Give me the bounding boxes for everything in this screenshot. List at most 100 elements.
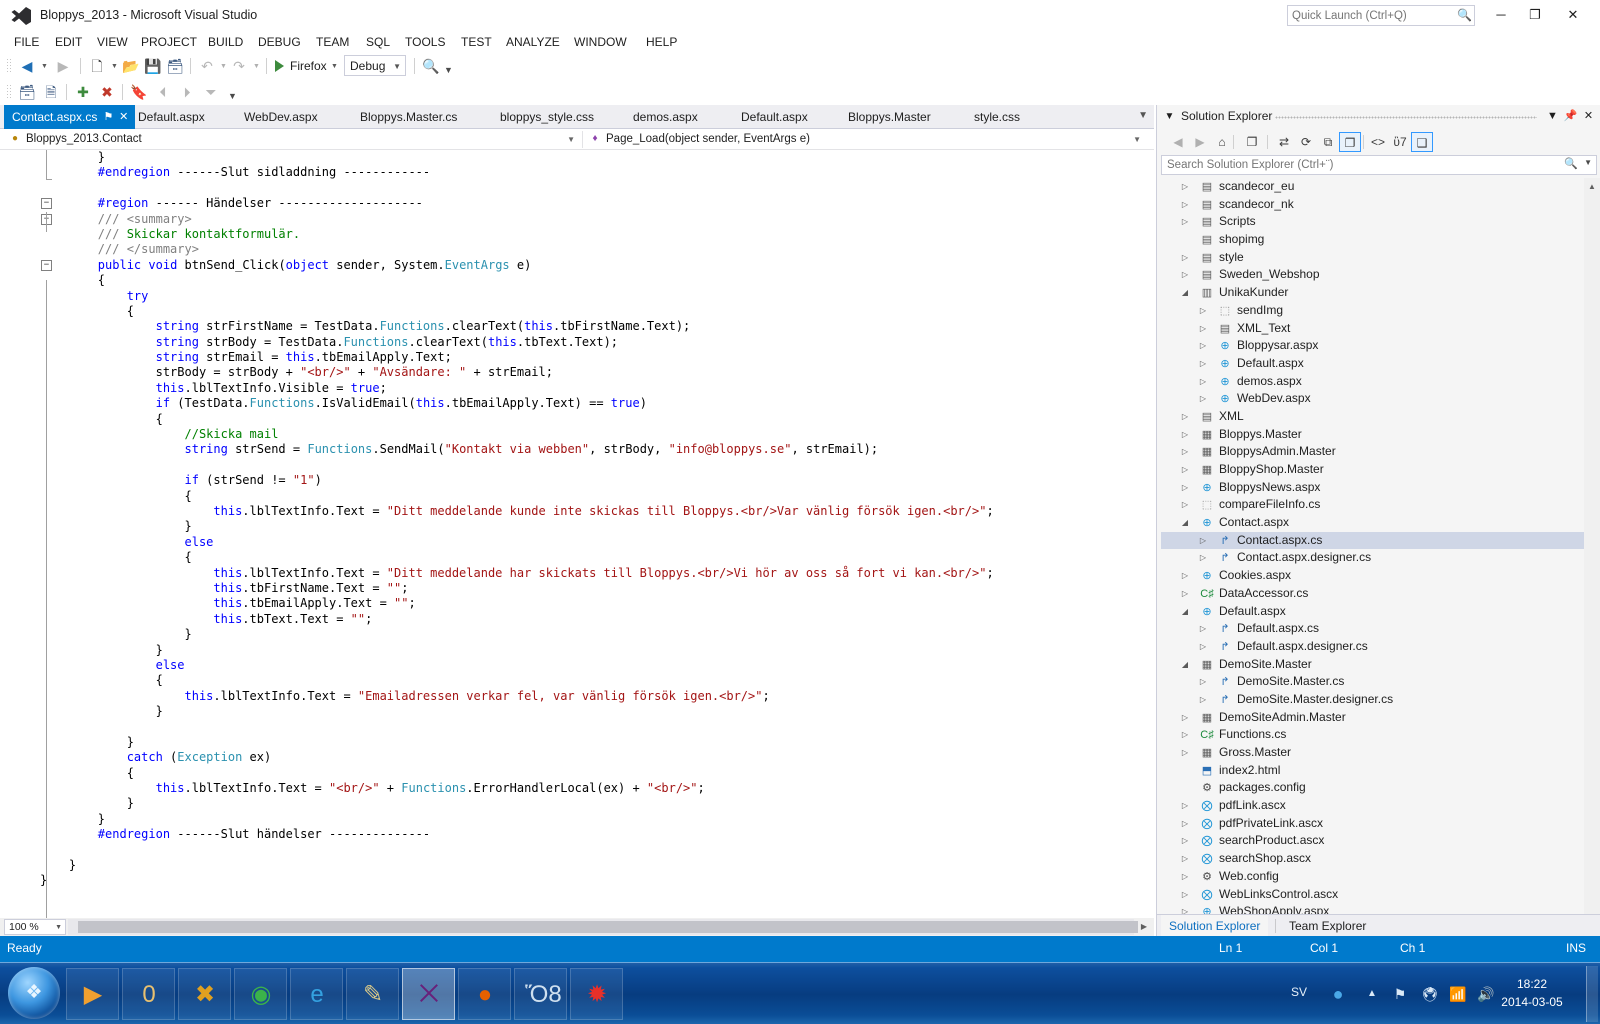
tree-item[interactable]: ⬒ index2.html bbox=[1161, 762, 1585, 780]
editor-tab-bloppys-master[interactable]: Bloppys.Master bbox=[840, 105, 939, 129]
pin-icon[interactable]: ⚑ bbox=[104, 105, 114, 129]
solution-explorer-search[interactable]: 🔍 ▼ bbox=[1161, 155, 1597, 175]
chevron-right-icon[interactable]: ▷ bbox=[1179, 408, 1191, 426]
code-line[interactable]: #endregion ------Slut sidladdning ------… bbox=[40, 165, 1138, 180]
tree-item[interactable]: ▷ ↱ Default.aspx.cs bbox=[1161, 620, 1585, 638]
chevron-right-icon[interactable]: ▷ bbox=[1179, 868, 1191, 886]
code-line[interactable]: else bbox=[40, 535, 1138, 550]
chevron-right-icon[interactable]: ▷ bbox=[1179, 496, 1191, 514]
view-code-icon[interactable]: <> bbox=[1367, 132, 1389, 152]
chevron-right-icon[interactable]: ▷ bbox=[1179, 886, 1191, 904]
editor-tab-contact-aspx-cs[interactable]: Contact.aspx.cs ⚑ ✕ bbox=[4, 105, 135, 129]
tree-item[interactable]: ◢ ⊕ Default.aspx bbox=[1161, 603, 1585, 621]
code-line[interactable]: } bbox=[40, 858, 1138, 873]
chevron-right-icon[interactable]: ▷ bbox=[1197, 320, 1209, 338]
menu-item-edit[interactable]: EDIT bbox=[49, 33, 88, 51]
menu-item-sql[interactable]: SQL bbox=[360, 33, 396, 51]
chevron-down-icon[interactable]: ◢ bbox=[1179, 284, 1191, 302]
start-debug-icon[interactable] bbox=[275, 60, 284, 72]
code-line[interactable] bbox=[40, 181, 1138, 196]
windows-start-orb-icon[interactable]: ❖ bbox=[8, 967, 60, 1019]
search-icon[interactable]: 🔍 bbox=[1564, 157, 1578, 170]
tree-item[interactable]: ▷ ⨂ pdfPrivateLink.ascx bbox=[1161, 815, 1585, 833]
code-line[interactable]: string strEmail = this.tbEmailApply.Text… bbox=[40, 350, 1138, 365]
show-hidden-icons-icon[interactable]: ▲ bbox=[1362, 984, 1382, 1004]
taskbar-item-paint-tool[interactable]: ✎ bbox=[346, 968, 399, 1020]
tree-item[interactable]: ▷ ⚙ Web.config bbox=[1161, 868, 1585, 886]
tree-item[interactable]: ▷ ▦ BloppyShop.Master bbox=[1161, 461, 1585, 479]
chevron-right-icon[interactable]: ▷ bbox=[1179, 709, 1191, 727]
member-dropdown[interactable]: Page_Load(object sender, EventArgs e) ▼ bbox=[606, 129, 1146, 150]
comment-selection-icon[interactable]: 🗃 bbox=[16, 82, 38, 102]
code-line[interactable]: { bbox=[40, 489, 1138, 504]
code-line[interactable] bbox=[40, 458, 1138, 473]
chevron-right-icon[interactable]: ▷ bbox=[1179, 726, 1191, 744]
editor-tab-default-aspx[interactable]: Default.aspx bbox=[733, 105, 816, 129]
new-project-dropdown-icon[interactable]: ▼ bbox=[110, 62, 119, 71]
code-line[interactable]: strBody = strBody + "<br/>" + "Avsändare… bbox=[40, 365, 1138, 380]
taskbar-clock[interactable]: 18:22 2014-03-05 bbox=[1486, 975, 1578, 1011]
quick-launch-box[interactable]: 🔍 bbox=[1287, 5, 1475, 26]
tree-item[interactable]: ▷ C♯ Functions.cs bbox=[1161, 726, 1585, 744]
tree-item[interactable]: ▤ shopimg bbox=[1161, 231, 1585, 249]
tree-item[interactable]: ▷ ⬚ sendImg bbox=[1161, 302, 1585, 320]
editor-horizontal-scrollbar[interactable] bbox=[68, 919, 1134, 935]
start-debug-label[interactable]: Firefox bbox=[290, 57, 327, 75]
toolbar-grip[interactable] bbox=[6, 58, 12, 74]
navigate-back-dropdown-icon[interactable]: ▼ bbox=[40, 62, 49, 71]
refresh-icon[interactable]: ⟳ bbox=[1295, 132, 1317, 152]
code-line[interactable]: { bbox=[40, 673, 1138, 688]
taskbar-item-red-splat-app[interactable]: ✹ bbox=[570, 968, 623, 1020]
code-line[interactable]: if (strSend != "1") bbox=[40, 473, 1138, 488]
editor-tab-demos-aspx[interactable]: demos.aspx bbox=[625, 105, 706, 129]
tree-item[interactable]: ▷ ▦ BloppysAdmin.Master bbox=[1161, 443, 1585, 461]
tree-item[interactable]: ▷ ▤ style bbox=[1161, 249, 1585, 267]
code-line[interactable]: this.tbEmailApply.Text = ""; bbox=[40, 596, 1138, 611]
code-line[interactable]: /// Skickar kontaktformulär. bbox=[40, 227, 1138, 242]
editor-tab-webdev-aspx[interactable]: WebDev.aspx bbox=[236, 105, 326, 129]
collapse-all-icon[interactable]: ⧉ bbox=[1317, 132, 1339, 152]
open-file-icon[interactable]: 📂 bbox=[120, 56, 142, 76]
chevron-right-icon[interactable]: ▷ bbox=[1179, 426, 1191, 444]
toolbar-overflow-icon[interactable]: ▼ bbox=[228, 91, 237, 101]
code-line[interactable]: if (TestData.Functions.IsValidEmail(this… bbox=[40, 396, 1138, 411]
flag-icon[interactable]: ⚑ bbox=[1390, 984, 1410, 1004]
solution-tree[interactable]: ▷ ▤ scandecor_eu ▷ ▤ scandecor_nk ▷ ▤ Scripts ▤ sh… bbox=[1161, 178, 1585, 945]
chevron-right-icon[interactable]: ▷ bbox=[1179, 744, 1191, 762]
sync-with-document-icon[interactable]: ⇄ bbox=[1273, 132, 1295, 152]
code-line[interactable]: } bbox=[40, 627, 1138, 642]
code-line[interactable]: public void btnSend_Click(object sender,… bbox=[40, 258, 1138, 273]
code-line[interactable]: this.tbText.Text = ""; bbox=[40, 612, 1138, 627]
chevron-right-icon[interactable]: ▷ bbox=[1197, 638, 1209, 656]
code-line[interactable]: else bbox=[40, 658, 1138, 673]
attach-to-process-icon[interactable]: 🔍 bbox=[420, 56, 442, 76]
tree-item[interactable]: ▷ C♯ DataAccessor.cs bbox=[1161, 585, 1585, 603]
chevron-right-icon[interactable]: ▷ bbox=[1197, 390, 1209, 408]
tree-item[interactable]: ▷ ⊕ Cookies.aspx bbox=[1161, 567, 1585, 585]
editor-hscroll-thumb[interactable] bbox=[78, 921, 1138, 933]
code-line[interactable]: { bbox=[40, 304, 1138, 319]
delete-bookmark-icon[interactable]: ✖ bbox=[96, 82, 118, 102]
chevron-right-icon[interactable]: ▷ bbox=[1197, 673, 1209, 691]
solution-explorer-scrollbar[interactable]: ▲ ▼ bbox=[1584, 178, 1600, 945]
code-line[interactable]: try bbox=[40, 289, 1138, 304]
menu-item-window[interactable]: WINDOW bbox=[568, 33, 633, 51]
quick-launch-input[interactable] bbox=[1292, 6, 1452, 25]
action-center-icon[interactable]: ● bbox=[1328, 984, 1348, 1004]
tree-item[interactable]: ▷ ▤ Sweden_Webshop bbox=[1161, 266, 1585, 284]
chevron-right-icon[interactable]: ▷ bbox=[1179, 585, 1191, 603]
code-line[interactable]: /// </summary> bbox=[40, 242, 1138, 257]
tree-item[interactable]: ◢ ▦ DemoSite.Master bbox=[1161, 656, 1585, 674]
editor-tab-default-aspx[interactable]: Default.aspx bbox=[130, 105, 213, 129]
taskbar-item-visual-studio[interactable]: ⨉ bbox=[402, 968, 455, 1020]
code-line[interactable]: } bbox=[40, 643, 1138, 658]
close-button[interactable]: ✕ bbox=[1558, 4, 1588, 26]
outlining-margin[interactable]: −−− bbox=[18, 150, 40, 918]
safely-remove-hardware-icon[interactable]: 🖲 bbox=[1420, 984, 1440, 1004]
pane-tab-solution-explorer[interactable]: Solution Explorer bbox=[1161, 915, 1268, 937]
code-line[interactable]: { bbox=[40, 766, 1138, 781]
tree-item[interactable]: ▷ ⨂ pdfLink.ascx bbox=[1161, 797, 1585, 815]
tree-item[interactable]: ▷ ↱ DemoSite.Master.cs bbox=[1161, 673, 1585, 691]
chevron-right-icon[interactable]: ▷ bbox=[1179, 249, 1191, 267]
code-line[interactable]: { bbox=[40, 273, 1138, 288]
